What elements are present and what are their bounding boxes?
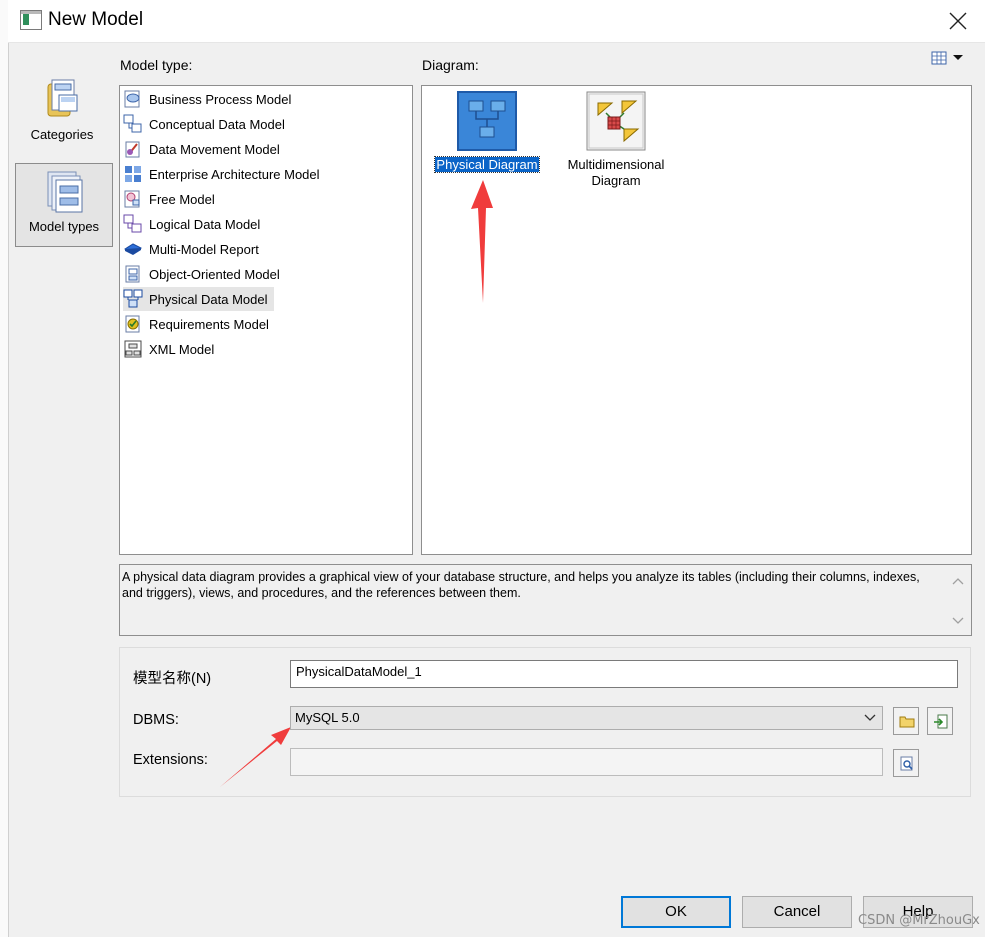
dbms-import-button[interactable] bbox=[927, 707, 953, 735]
dbms-browse-button[interactable] bbox=[893, 707, 919, 735]
model-name-input[interactable]: PhysicalDataModel_1 bbox=[290, 660, 958, 688]
model-properties-group: 模型名称(N) PhysicalDataModel_1 DBMS: MySQL … bbox=[119, 647, 971, 797]
dbms-selected-value: MySQL 5.0 bbox=[295, 710, 360, 725]
extensions-label: Extensions: bbox=[133, 752, 208, 768]
ok-button[interactable]: OK bbox=[621, 896, 731, 928]
model-name-label: 模型名称(N) bbox=[133, 671, 212, 687]
annotation-arrow-diagram bbox=[471, 180, 493, 303]
cancel-button[interactable]: Cancel bbox=[742, 896, 852, 928]
extensions-input[interactable] bbox=[290, 748, 883, 776]
dbms-label: DBMS: bbox=[133, 712, 179, 728]
scroll-up-icon bbox=[952, 578, 964, 585]
folder-icon bbox=[899, 716, 915, 728]
watermark: CSDN @MrZhouGx bbox=[858, 913, 980, 928]
chevron-down-icon bbox=[864, 714, 876, 721]
extensions-select-button[interactable] bbox=[893, 749, 919, 777]
description-scrollbar[interactable] bbox=[947, 567, 969, 633]
description-box: A physical data diagram provides a graph… bbox=[119, 564, 972, 636]
scroll-down-icon bbox=[952, 617, 964, 624]
description-text: A physical data diagram provides a graph… bbox=[122, 570, 920, 600]
select-extensions-icon bbox=[900, 756, 913, 771]
dbms-select[interactable]: MySQL 5.0 bbox=[290, 706, 883, 730]
import-icon bbox=[934, 714, 948, 729]
